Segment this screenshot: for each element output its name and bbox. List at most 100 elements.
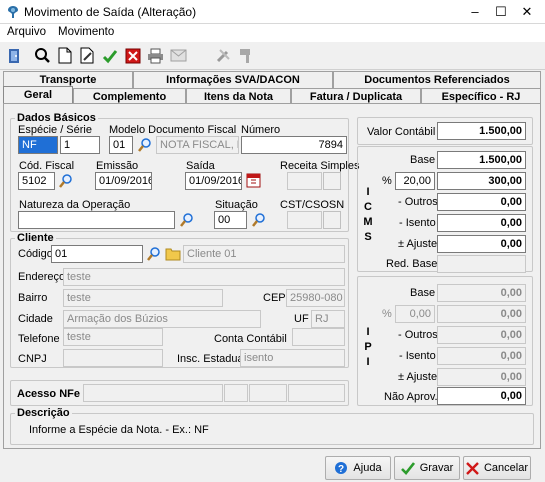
valor-contabil-label: Valor Contábil — [367, 126, 436, 138]
search-button[interactable] — [32, 45, 53, 66]
cst-csosn-label: CST/CSOSN — [280, 199, 345, 211]
insc-estadual-input: isento — [240, 349, 345, 367]
ipi-base-label: Base — [410, 287, 436, 299]
icms-red-base-input — [437, 255, 526, 273]
menu-bar: Arquivo Movimento — [0, 24, 545, 42]
icms-ajuste-input[interactable]: 0,00 — [437, 235, 526, 253]
acesso-nfe-input-4 — [288, 384, 345, 402]
emissao-input[interactable]: 01/09/2016 — [95, 172, 152, 190]
numero-input[interactable]: 7894 — [241, 136, 347, 154]
gravar-button[interactable]: Gravar — [394, 456, 460, 480]
magnifier-icon — [58, 173, 72, 188]
cnpj-input — [63, 349, 163, 367]
magnifier-icon — [35, 48, 50, 63]
conta-contabil-input — [292, 328, 345, 346]
confirm-button[interactable] — [99, 45, 120, 66]
ipi-isento-label: - Isento — [399, 350, 436, 362]
endereco-input: teste — [63, 268, 345, 286]
edit-button[interactable] — [77, 45, 98, 66]
icms-isento-label: - Isento — [399, 217, 436, 229]
cod-fiscal-search-button[interactable] — [56, 171, 75, 190]
natureza-input[interactable] — [18, 211, 175, 229]
cst-csosn-input — [287, 211, 322, 229]
icms-outros-input[interactable]: 0,00 — [437, 193, 526, 211]
exit-door-icon — [8, 48, 19, 63]
folder-icon — [165, 248, 180, 260]
icms-pct-input[interactable]: 20,00 — [395, 172, 435, 190]
tab-informacoes-sva-dacon[interactable]: Informações SVA/DACON — [133, 71, 333, 88]
icms-isento-input[interactable]: 0,00 — [437, 214, 526, 232]
endereco-label: Endereço — [18, 271, 66, 283]
maximize-button[interactable]: ☐ — [490, 3, 512, 21]
saida-calendar-button[interactable] — [244, 171, 263, 190]
magnifier-icon — [179, 212, 193, 227]
acesso-nfe-label: Acesso NFe — [17, 388, 80, 400]
acesso-nfe-input-3 — [249, 384, 287, 402]
dados-basicos-title: Dados Básicos — [15, 112, 98, 124]
icms-valor-input[interactable]: 300,00 — [437, 172, 526, 190]
magnifier-icon — [251, 212, 265, 227]
uf-label: UF — [294, 313, 309, 325]
ipi-outros-label: - Outros — [398, 329, 438, 341]
ipi-base-input: 0,00 — [437, 284, 526, 302]
envelope-icon — [170, 49, 187, 62]
insc-estadual-label: Insc. Estadual — [177, 353, 247, 365]
saida-input[interactable]: 01/09/2016 — [185, 172, 242, 190]
tab-documentos-referenciados[interactable]: Documentos Referenciados — [333, 71, 541, 88]
cnpj-label: CNPJ — [18, 353, 47, 365]
close-button[interactable]: ✕ — [516, 3, 538, 21]
exit-button[interactable] — [4, 45, 25, 66]
modelo-code-input[interactable]: 01 — [109, 136, 133, 154]
app-icon — [8, 6, 18, 18]
hammer-button — [236, 45, 257, 66]
delete-button[interactable] — [122, 45, 143, 66]
receita-simples-label: Receita Simples — [280, 160, 360, 172]
codigo-input[interactable]: 01 — [51, 245, 143, 263]
especie-serie-label: Espécie / Série — [18, 124, 92, 136]
icms-red-base-label: Red. Base — [386, 258, 438, 270]
ipi-ajuste-input: 0,00 — [437, 368, 526, 386]
modelo-desc-input: NOTA FISCAL, MI — [156, 136, 239, 154]
especie-input[interactable]: NF — [18, 136, 58, 154]
situacao-search-button[interactable] — [249, 210, 268, 229]
cod-fiscal-input[interactable]: 5102 — [18, 172, 55, 190]
serie-input[interactable]: 1 — [60, 136, 100, 154]
ipi-isento-input: 0,00 — [437, 347, 526, 365]
descricao-text: Informe a Espécie da Nota. - Ex.: NF — [29, 424, 209, 436]
ajuda-button[interactable]: ? Ajuda — [325, 456, 391, 480]
codigo-label: Código — [18, 248, 53, 260]
situacao-input[interactable]: 00 — [214, 211, 247, 229]
menu-movimento[interactable]: Movimento — [58, 26, 114, 38]
numero-label: Número — [241, 124, 281, 136]
cancelar-button[interactable]: Cancelar — [463, 456, 531, 480]
icms-ajuste-label: ± Ajuste — [398, 238, 438, 250]
cliente-nome-input: Cliente 01 — [183, 245, 345, 263]
natureza-search-button[interactable] — [177, 210, 196, 229]
menu-arquivo[interactable]: Arquivo — [7, 26, 46, 38]
conta-contabil-label: Conta Contábil — [214, 333, 287, 345]
window-title: Movimento de Saída (Alteração) — [24, 5, 197, 19]
tools-icon — [216, 49, 230, 63]
receita-simples-input — [287, 172, 322, 190]
telefone-input: teste — [63, 328, 163, 346]
check-icon — [400, 462, 415, 475]
minimize-button[interactable]: – — [464, 3, 486, 21]
modelo-search-button[interactable] — [135, 135, 154, 154]
magnifier-icon — [146, 246, 160, 261]
delete-icon — [125, 48, 140, 63]
help-icon: ? — [335, 462, 348, 475]
cidade-label: Cidade — [18, 313, 53, 325]
valor-contabil-input[interactable]: 1.500,00 — [437, 122, 526, 140]
cliente-folder-button[interactable] — [163, 244, 182, 263]
ipi-nao-aprov-input[interactable]: 0,00 — [437, 387, 526, 405]
cliente-search-button[interactable] — [144, 244, 163, 263]
emissao-label: Emissão — [96, 160, 139, 172]
new-button[interactable] — [54, 45, 75, 66]
print-button[interactable] — [145, 45, 166, 66]
ipi-pct-input: 0,00 — [395, 305, 435, 323]
icms-base-input[interactable]: 1.500,00 — [437, 151, 526, 169]
ajuda-label: Ajuda — [353, 462, 382, 474]
receita-simples-button — [323, 172, 341, 190]
acesso-nfe-input-1 — [83, 384, 223, 402]
cliente-title: Cliente — [15, 232, 56, 244]
